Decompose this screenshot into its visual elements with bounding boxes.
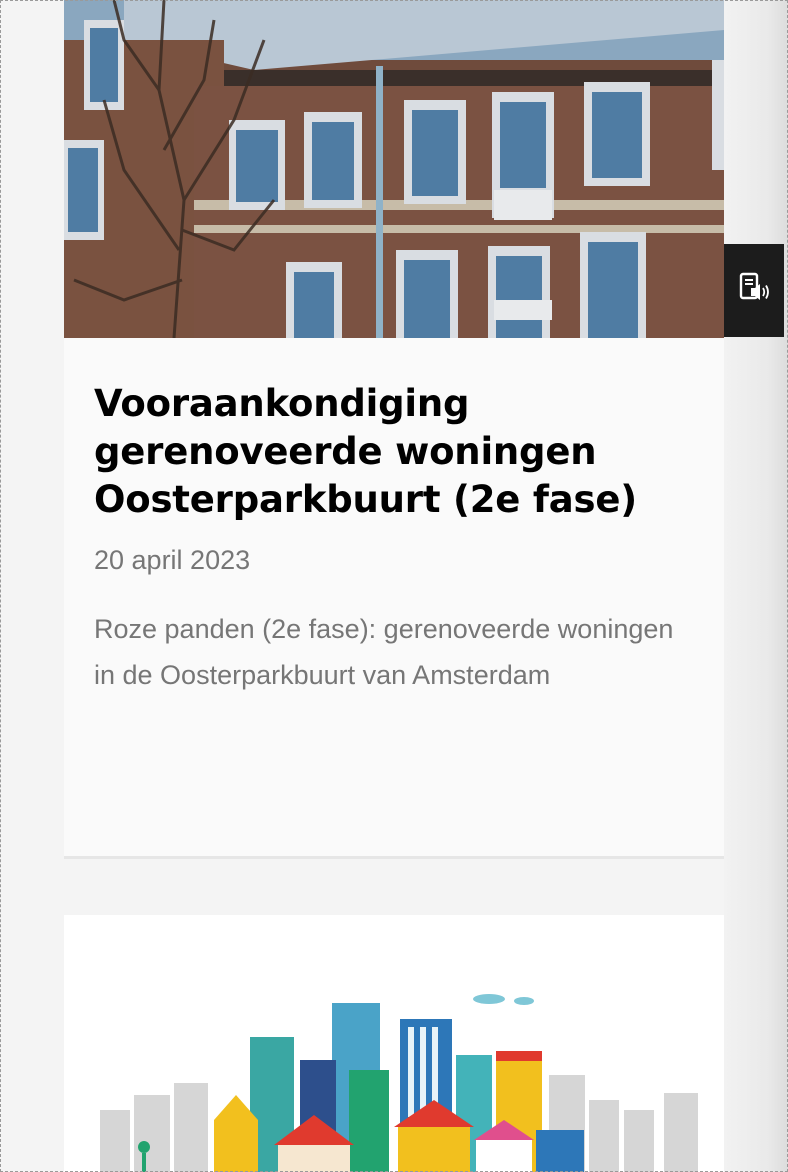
news-card-image — [64, 0, 724, 338]
news-card-description: Roze panden (2e fase): gerenoveerde woni… — [94, 614, 674, 690]
read-aloud-icon — [737, 271, 771, 310]
news-card[interactable]: Vooraankondiging gerenoveerde woningen O… — [64, 0, 724, 859]
news-card-title[interactable]: Vooraankondiging gerenoveerde woningen O… — [94, 380, 694, 524]
news-card[interactable] — [64, 915, 724, 1172]
news-card-date: 20 april 2023 — [94, 545, 251, 575]
news-card-body: Vooraankondiging gerenoveerde woningen O… — [94, 380, 694, 698]
news-card-image — [64, 915, 724, 1172]
read-aloud-button[interactable] — [724, 244, 784, 337]
page-scroll-edge — [724, 0, 788, 1172]
